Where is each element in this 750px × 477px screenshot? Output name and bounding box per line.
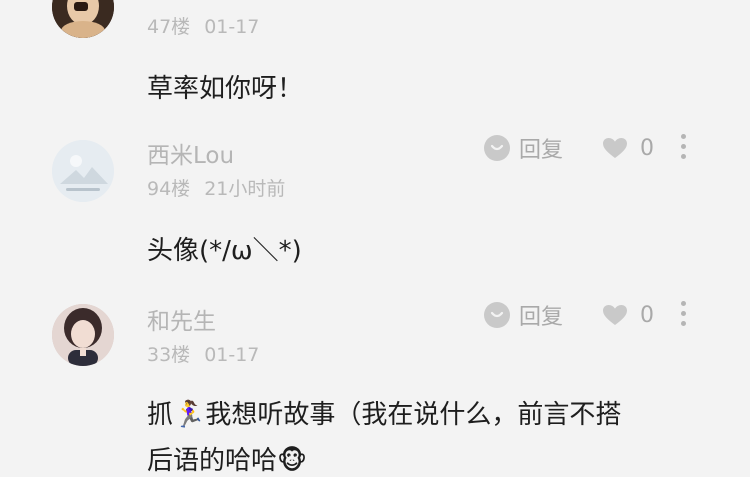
more-options-icon[interactable] (678, 134, 688, 164)
more-options-icon[interactable] (678, 301, 688, 331)
username[interactable]: 和先生 (147, 302, 216, 336)
username[interactable]: 西米Lou (147, 136, 234, 170)
reply-button[interactable]: 回复 (484, 301, 564, 330)
comment-text-line-2: 后语的哈哈🐵 (147, 446, 308, 476)
like-count: 0 (640, 302, 654, 328)
comment-date: 01-17 (204, 16, 260, 38)
comment-item: 西米Lou 94楼 21小时前 回复 0 头像(*/ω＼*) (0, 128, 750, 294)
comment-date: 21小时前 (204, 178, 286, 200)
comment-text: 草率如你呀！ (147, 74, 304, 104)
floor-number: 33楼 (147, 344, 191, 366)
reply-label: 回复 (519, 138, 564, 163)
like-button[interactable]: 0 (602, 134, 654, 162)
heart-icon (603, 305, 627, 325)
heart-icon (603, 138, 627, 158)
reply-icon (484, 302, 510, 328)
avatar-placeholder-image (52, 140, 114, 202)
avatar[interactable] (52, 0, 114, 38)
comment-date: 01-17 (204, 344, 260, 366)
avatar-image (52, 304, 114, 366)
avatar[interactable] (52, 304, 114, 366)
like-count: 0 (640, 135, 654, 161)
comment-meta: 94楼 21小时前 (147, 174, 285, 201)
floor-number: 94楼 (147, 178, 191, 200)
reply-button[interactable]: 回复 (484, 134, 564, 163)
reply-icon (484, 135, 510, 161)
comment-item: 和先生 33楼 01-17 回复 0 抓🏃‍♀️我想听故事（我在说什么，前言不搭 … (0, 294, 750, 476)
comment-text: 头像(*/ω＼*) (147, 236, 302, 266)
like-button[interactable]: 0 (602, 301, 654, 329)
comment-meta: 33楼 01-17 (147, 340, 259, 367)
avatar-image (52, 0, 114, 38)
avatar[interactable] (52, 140, 114, 202)
floor-number: 47楼 (147, 16, 191, 38)
comment-text-line-1: 抓🏃‍♀️我想听故事（我在说什么，前言不搭 (147, 400, 622, 430)
comment-meta: 47楼 01-17 (147, 12, 259, 39)
comment-item: 47楼 01-17 草率如你呀！ (0, 0, 750, 128)
reply-label: 回复 (519, 305, 564, 330)
